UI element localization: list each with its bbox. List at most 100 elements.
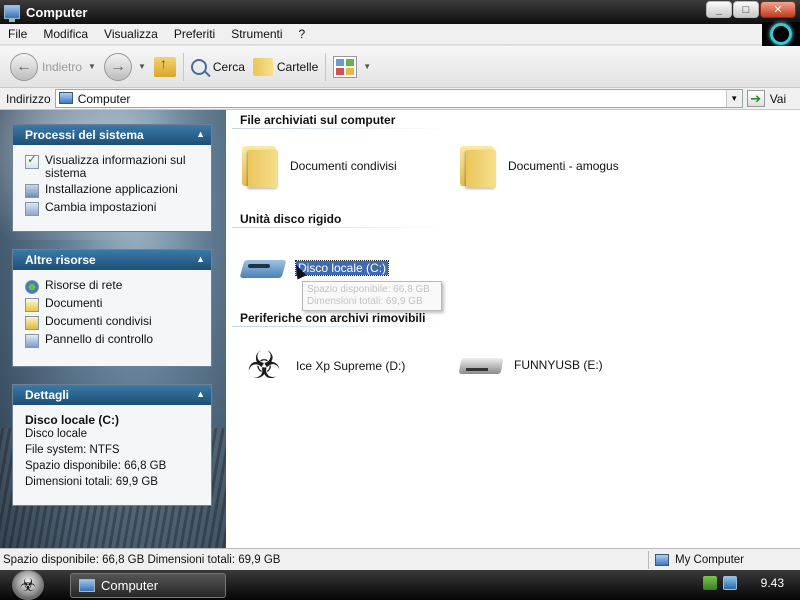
collapse-icon[interactable]: ▲ <box>196 389 205 399</box>
details-type: Disco locale <box>25 428 87 440</box>
system-tasks-header[interactable]: Processi del sistema ▲ <box>13 125 211 145</box>
taskbar: ☣ Computer 9.43 <box>0 570 800 600</box>
folder-icon <box>240 144 280 188</box>
task-install-apps[interactable]: Installazione applicazioni <box>25 183 203 198</box>
menu-file[interactable]: File <box>0 27 35 41</box>
address-bar: Indirizzo Computer ▼ ➔ Vai <box>0 88 800 110</box>
up-button[interactable] <box>150 51 180 83</box>
views-button[interactable]: ▼ <box>329 51 375 83</box>
up-folder-icon <box>153 55 176 77</box>
go-arrow-icon: ➔ <box>746 90 765 107</box>
network-status-icon[interactable] <box>722 576 737 590</box>
system-tasks-panel: Processi del sistema ▲ Visualizza inform… <box>12 124 212 232</box>
search-label: Cerca <box>212 59 245 74</box>
go-label: Vai <box>769 91 787 106</box>
item-drive-c[interactable]: Disco locale (C:) <box>240 252 390 284</box>
back-button[interactable]: ← Indietro ▼ <box>6 51 100 83</box>
close-button[interactable]: ✕ <box>760 1 796 18</box>
forward-button[interactable]: → ▼ <box>100 51 150 83</box>
usb-drive-icon <box>458 348 504 382</box>
window-title: Computer <box>26 4 88 20</box>
menu-strumenti[interactable]: Strumenti <box>223 27 290 41</box>
status-text: Spazio disponibile: 66,8 GB Dimensioni t… <box>3 553 281 566</box>
status-zone: My Computer <box>648 550 800 569</box>
content-area: File archiviati sul computer Documenti c… <box>226 110 800 548</box>
network-icon <box>25 280 39 294</box>
hard-drive-icon <box>240 252 286 284</box>
toolbar-separator <box>325 52 327 81</box>
item-label: FUNNYUSB (E:) <box>514 358 603 372</box>
computer-icon <box>655 553 669 566</box>
drive-tooltip: Spazio disponibile: 66,8 GB Dimensioni t… <box>302 281 442 311</box>
task-view-system-info[interactable]: Visualizza informazioni sul sistema <box>25 153 203 180</box>
item-shared-documents[interactable]: Documenti condivisi <box>240 144 397 188</box>
place-label: Pannello di controllo <box>45 332 154 346</box>
details-header[interactable]: Dettagli ▲ <box>13 385 211 405</box>
go-button[interactable]: ➔ Vai <box>746 90 787 107</box>
item-drive-d[interactable]: ☣ Ice Xp Supreme (D:) <box>242 344 405 388</box>
group-title-hard-drives: Unità disco rigido <box>240 212 342 226</box>
folders-label: Cartelle <box>276 59 319 74</box>
folders-icon <box>252 57 273 76</box>
item-label: Disco locale (C:) <box>294 260 390 276</box>
other-places-title: Altre risorse <box>25 253 96 267</box>
safely-remove-icon[interactable] <box>702 576 717 590</box>
group-title-stored-files: File archiviati sul computer <box>240 113 396 127</box>
clock[interactable]: 9.43 <box>761 576 784 590</box>
back-label: Indietro <box>42 59 83 74</box>
details-title: Dettagli <box>25 388 70 402</box>
group-divider <box>232 227 452 228</box>
place-control-panel[interactable]: Pannello di controllo <box>25 333 203 348</box>
address-value: Computer <box>77 91 131 106</box>
group-divider <box>232 128 452 129</box>
item-drive-e[interactable]: FUNNYUSB (E:) <box>458 348 603 382</box>
item-documents-amogus[interactable]: Documenti - amogus <box>458 144 619 188</box>
address-field[interactable]: Computer ▼ <box>54 89 743 108</box>
start-orb-icon[interactable]: ☣ <box>12 570 44 600</box>
window-controls: _ □ ✕ <box>706 1 796 18</box>
toolbar: ← Indietro ▼ → ▼ Cerca Cartelle ▼ <box>0 46 800 88</box>
forward-dropdown-icon[interactable]: ▼ <box>138 62 146 71</box>
menu-modifica[interactable]: Modifica <box>35 27 96 41</box>
forward-arrow-icon: → <box>103 52 132 81</box>
place-documents[interactable]: Documenti <box>25 297 203 312</box>
menu-help[interactable]: ? <box>291 27 314 41</box>
group-divider <box>232 326 452 327</box>
shared-folder-icon <box>25 316 39 330</box>
group-title-removable: Periferiche con archivi rimovibili <box>240 311 426 325</box>
search-button[interactable]: Cerca <box>187 51 249 83</box>
system-tasks-title: Processi del sistema <box>25 128 144 142</box>
computer-icon <box>79 579 95 592</box>
system-tray: 9.43 <box>702 576 784 590</box>
settings-icon <box>25 202 39 216</box>
maximize-button[interactable]: □ <box>733 1 759 18</box>
place-label: Documenti condivisi <box>45 314 152 328</box>
place-label: Risorse di rete <box>45 278 123 292</box>
place-network[interactable]: Risorse di rete <box>25 279 203 294</box>
back-dropdown-icon[interactable]: ▼ <box>88 62 96 71</box>
views-icon <box>333 55 358 78</box>
taskbar-button-label: Computer <box>101 578 159 593</box>
menu-visualizza[interactable]: Visualizza <box>96 27 166 41</box>
minimize-button[interactable]: _ <box>706 1 732 18</box>
item-label: Documenti condivisi <box>290 159 397 173</box>
computer-icon <box>58 92 73 104</box>
other-places-header[interactable]: Altre risorse ▲ <box>13 250 211 270</box>
menu-preferiti[interactable]: Preferiti <box>166 27 223 41</box>
details-panel: Dettagli ▲ Disco locale (C:) Disco local… <box>12 384 212 506</box>
task-pane: Processi del sistema ▲ Visualizza inform… <box>0 110 226 548</box>
collapse-icon[interactable]: ▲ <box>196 129 205 139</box>
menu-bar: File Modifica Visualizza Preferiti Strum… <box>0 22 800 46</box>
item-label: Documenti - amogus <box>508 159 619 173</box>
collapse-icon[interactable]: ▲ <box>196 254 205 264</box>
taskbar-button-computer[interactable]: Computer <box>70 573 226 598</box>
address-dropdown-icon[interactable]: ▼ <box>725 90 742 107</box>
tooltip-total-size: Dimensioni totali: 69,9 GB <box>307 296 423 307</box>
views-dropdown-icon[interactable]: ▼ <box>363 62 371 71</box>
place-shared-documents[interactable]: Documenti condivisi <box>25 315 203 330</box>
computer-icon <box>4 5 20 22</box>
task-label: Installazione applicazioni <box>45 182 178 196</box>
folders-button[interactable]: Cartelle <box>249 51 322 83</box>
other-places-panel: Altre risorse ▲ Risorse di rete Document… <box>12 249 212 367</box>
task-change-settings[interactable]: Cambia impostazioni <box>25 201 203 216</box>
